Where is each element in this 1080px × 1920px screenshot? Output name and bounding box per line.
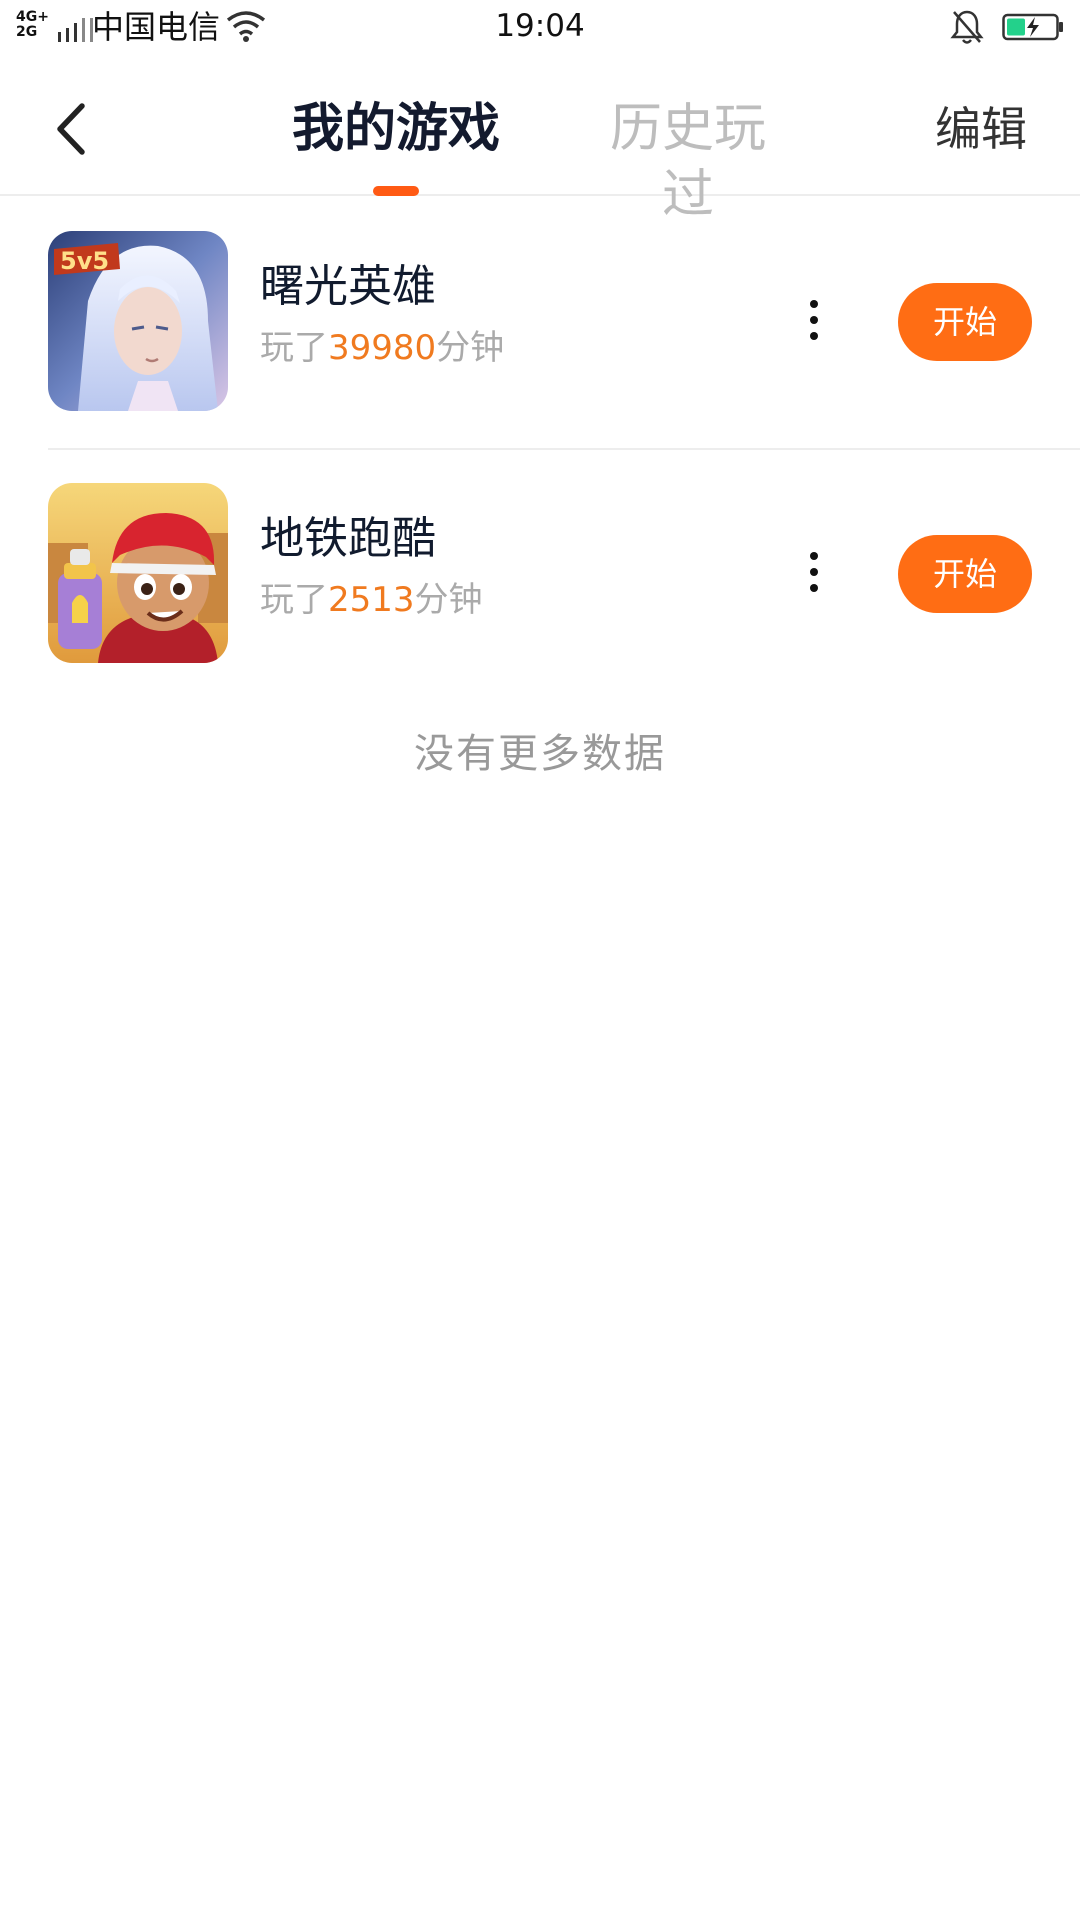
clock: 19:04 <box>495 8 585 44</box>
active-tab-indicator <box>373 186 419 196</box>
play-time-minutes: 2513 <box>328 580 415 620</box>
game-name: 曙光英雄 <box>260 261 436 312</box>
no-more-data-text: 没有更多数据 <box>414 731 666 777</box>
bell-muted-icon <box>950 10 984 44</box>
play-time: 玩了2513分钟 <box>260 578 483 622</box>
play-time-suffix: 分钟 <box>436 328 505 368</box>
hero-portrait-image: 5v5 <box>48 231 228 411</box>
subway-character-image <box>48 483 228 663</box>
start-button[interactable]: 开始 <box>898 535 1032 613</box>
game-name: 地铁跑酷 <box>260 513 436 564</box>
more-vertical-icon[interactable] <box>796 290 832 350</box>
play-time-prefix: 玩了 <box>260 328 328 368</box>
edit-button[interactable]: 编辑 <box>935 96 1027 162</box>
list-item[interactable]: 5v5 曙光英雄 玩了39980分钟 开始 <box>0 198 1080 448</box>
play-time-minutes: 39980 <box>328 328 437 368</box>
play-time-suffix: 分钟 <box>414 580 483 620</box>
start-button[interactable]: 开始 <box>898 283 1032 361</box>
play-time-prefix: 玩了 <box>260 580 328 620</box>
chevron-left-icon[interactable] <box>48 96 96 162</box>
more-vertical-icon[interactable] <box>796 542 832 602</box>
icon-badge-text: 5v5 <box>60 247 109 275</box>
status-bar: 4G+ 2G 中国电信 19:04 <box>0 0 1080 54</box>
tab-my-games[interactable]: 我的游戏 <box>290 96 502 162</box>
play-time: 玩了39980分钟 <box>260 326 504 370</box>
top-nav-bar: 我的游戏 历史玩过 编辑 <box>0 54 1080 225</box>
battery-charging-icon <box>1002 13 1063 41</box>
game-icon-subway-surfers[interactable] <box>48 483 228 663</box>
game-list: 5v5 曙光英雄 玩了39980分钟 开始 地铁跑酷 玩了2513分钟 开始 <box>0 198 1080 698</box>
list-item[interactable]: 地铁跑酷 玩了2513分钟 开始 <box>48 448 1080 698</box>
game-icon-dawn-hero[interactable]: 5v5 <box>48 231 228 411</box>
